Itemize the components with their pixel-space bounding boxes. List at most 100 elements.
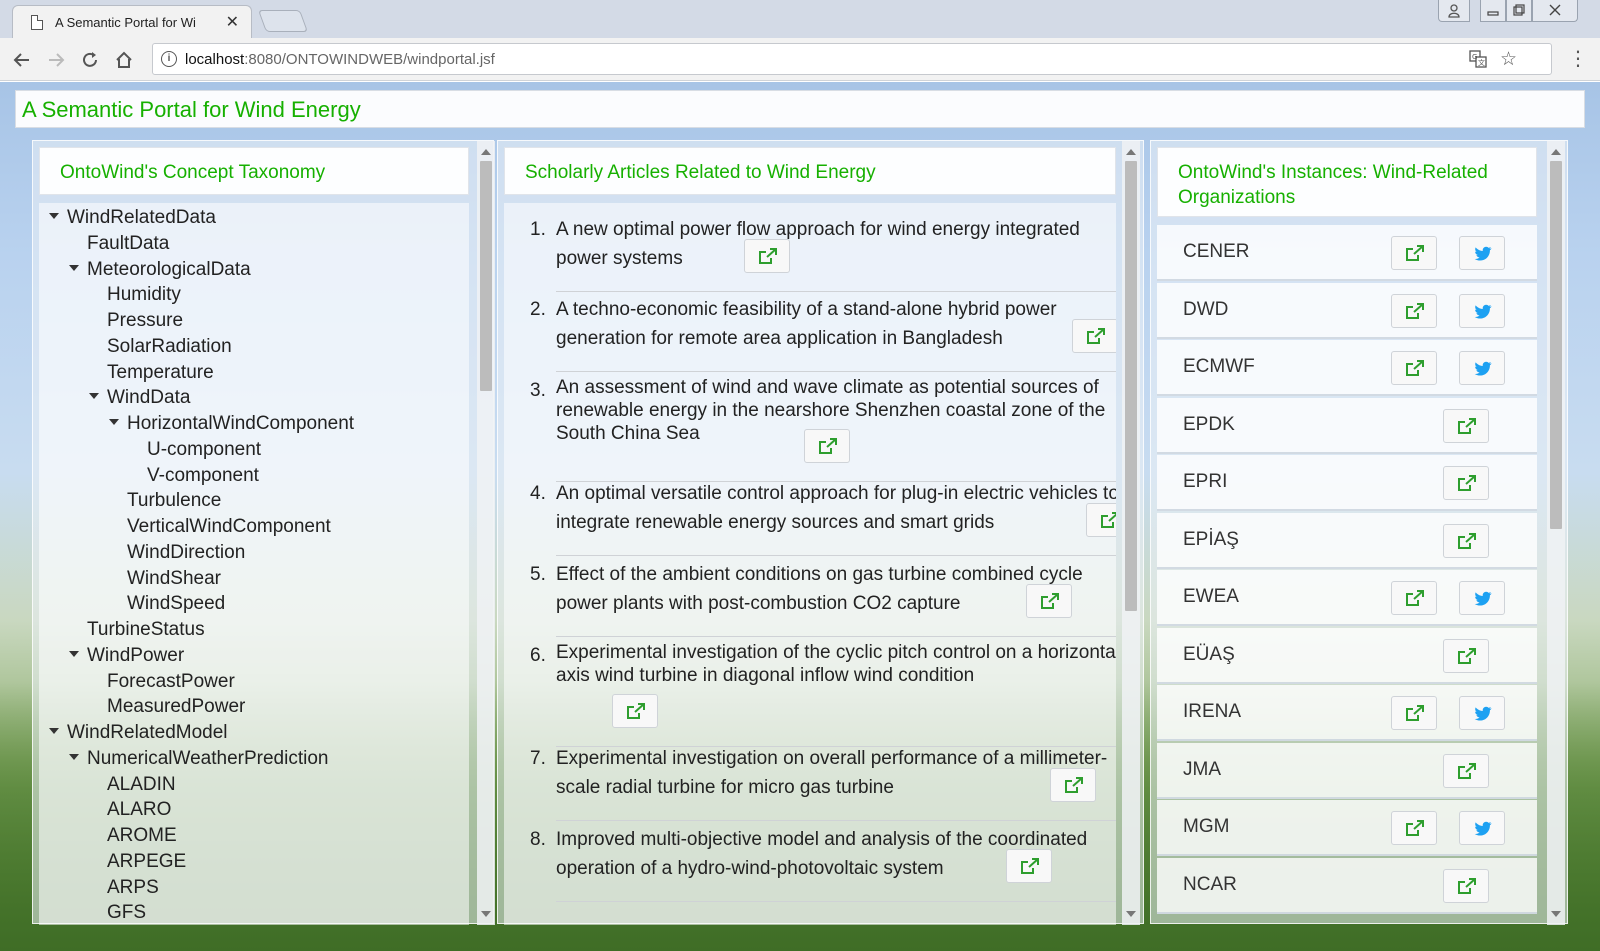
taxonomy-scrollbar[interactable] [477,141,495,925]
tree-node[interactable]: WindRelatedData [49,207,216,229]
site-info-icon[interactable]: i [161,51,177,67]
tree-node[interactable]: VerticalWindComponent [127,516,331,538]
article-link-button[interactable] [1086,503,1116,537]
organization-name: EPİAŞ [1183,528,1239,550]
scroll-up-icon[interactable] [481,149,491,155]
organization-link-button[interactable] [1443,638,1489,673]
tree-node[interactable]: GFS [107,902,146,924]
tree-node[interactable]: WindSpeed [127,593,225,615]
organization-link-button[interactable] [1443,523,1489,558]
tree-node[interactable]: Temperature [107,362,214,384]
tree-node[interactable]: ARPEGE [107,851,186,873]
article-link-button[interactable] [1050,768,1096,802]
tree-node[interactable]: WindPower [69,645,184,667]
tree-node[interactable]: Turbulence [127,490,221,512]
tree-node[interactable]: Humidity [107,284,181,306]
browser-menu-icon[interactable]: ⋮ [1568,46,1588,71]
article-link-button[interactable] [1026,584,1072,618]
tree-node[interactable]: V-component [147,465,259,487]
tree-node[interactable]: MeasuredPower [107,696,245,718]
caret-down-icon[interactable] [69,650,79,657]
tree-node-label: WindDirection [127,541,246,563]
organization-link-button[interactable] [1443,868,1489,903]
tree-node[interactable]: ALARO [107,799,171,821]
new-tab-button[interactable] [257,10,309,32]
organization-link-button[interactable] [1443,753,1489,788]
translate-icon[interactable]: G文 [1469,50,1487,72]
tree-node[interactable]: MeteorologicalData [69,259,251,281]
organization-link-button[interactable] [1391,696,1437,730]
tree-node[interactable]: WindData [89,387,190,409]
twitter-button[interactable] [1459,811,1505,845]
tree-node[interactable]: SolarRadiation [107,336,232,358]
organization-link-button[interactable] [1391,351,1437,385]
scroll-up-icon[interactable] [1126,149,1136,155]
minimize-button[interactable] [1480,0,1506,22]
organization-link-button[interactable] [1391,811,1437,845]
scroll-thumb[interactable] [1125,161,1137,611]
caret-down-icon[interactable] [69,264,79,271]
tree-node[interactable]: FaultData [87,233,169,255]
tree-node[interactable]: U-component [147,439,261,461]
organizations-scrollbar[interactable] [1547,141,1565,925]
scroll-thumb[interactable] [1550,161,1562,529]
browser-tab[interactable]: A Semantic Portal for Wi ✕ [12,5,252,38]
caret-down-icon[interactable] [49,213,59,219]
twitter-button[interactable] [1459,293,1505,328]
article-link-button[interactable] [804,429,850,463]
taxonomy-header: OntoWind's Concept Taxonomy [39,147,469,195]
tree-node[interactable]: TurbineStatus [87,619,205,641]
twitter-button[interactable] [1459,351,1505,385]
tab-close-icon[interactable]: ✕ [226,12,239,32]
tree-node[interactable]: Pressure [107,310,183,332]
twitter-button[interactable] [1459,581,1505,615]
close-window-button[interactable] [1532,0,1578,22]
tree-node-label: ARPEGE [107,850,187,872]
scroll-up-icon[interactable] [1551,149,1561,155]
bookmark-star-icon[interactable]: ☆ [1500,48,1517,71]
caret-down-icon[interactable] [49,728,59,734]
tree-node[interactable]: WindShear [127,568,221,590]
tree-node[interactable]: ALADIN [107,774,176,796]
tree-node[interactable]: ARPS [107,877,159,899]
address-bar[interactable]: i localhost:8080/ONTOWINDWEB/windportal.… [152,43,1552,75]
forward-arrow-icon[interactable] [42,46,70,74]
organization-link-button[interactable] [1391,236,1437,270]
taxonomy-panel: OntoWind's Concept Taxonomy WindRelatedD… [32,140,495,925]
articles-scrollbar[interactable] [1122,141,1140,925]
organization-link-button[interactable] [1443,408,1489,443]
tree-node[interactable]: WindDirection [127,542,245,564]
caret-down-icon[interactable] [89,393,99,400]
profile-button[interactable] [1438,0,1470,22]
article-link-button[interactable] [612,694,658,728]
organization-link-button[interactable] [1443,466,1489,500]
organization-row: EPİAŞ [1157,512,1537,569]
reload-icon[interactable] [76,46,104,74]
article-title: Experimental investigation of the cyclic… [556,642,1116,686]
tree-node[interactable]: NumericalWeatherPrediction [69,748,328,770]
tree-node-label: ALARO [107,799,172,821]
organizations-panel: OntoWind's Instances: Wind-Related Organ… [1150,140,1568,925]
article-link-button[interactable] [1072,319,1116,353]
caret-down-icon[interactable] [69,753,79,760]
restore-button[interactable] [1506,0,1532,22]
organization-link-button[interactable] [1391,581,1437,615]
scroll-down-icon[interactable] [481,911,491,917]
home-icon[interactable] [110,46,138,74]
tree-node[interactable]: AROME [107,825,177,847]
twitter-button[interactable] [1459,236,1505,270]
article-link-button[interactable] [1006,849,1052,883]
article-link-button[interactable] [744,239,790,273]
organization-row: EPDK [1157,397,1537,454]
back-arrow-icon[interactable] [8,46,36,74]
caret-down-icon[interactable] [109,419,119,425]
tree-node[interactable]: HorizontalWindComponent [109,413,354,435]
twitter-button[interactable] [1459,696,1505,730]
scroll-thumb[interactable] [480,161,492,391]
article-number: 4. [530,483,546,504]
tree-node[interactable]: WindRelatedModel [49,722,228,744]
scroll-down-icon[interactable] [1126,911,1136,917]
tree-node[interactable]: ForecastPower [107,671,235,693]
organization-link-button[interactable] [1391,293,1437,328]
scroll-down-icon[interactable] [1551,911,1561,917]
